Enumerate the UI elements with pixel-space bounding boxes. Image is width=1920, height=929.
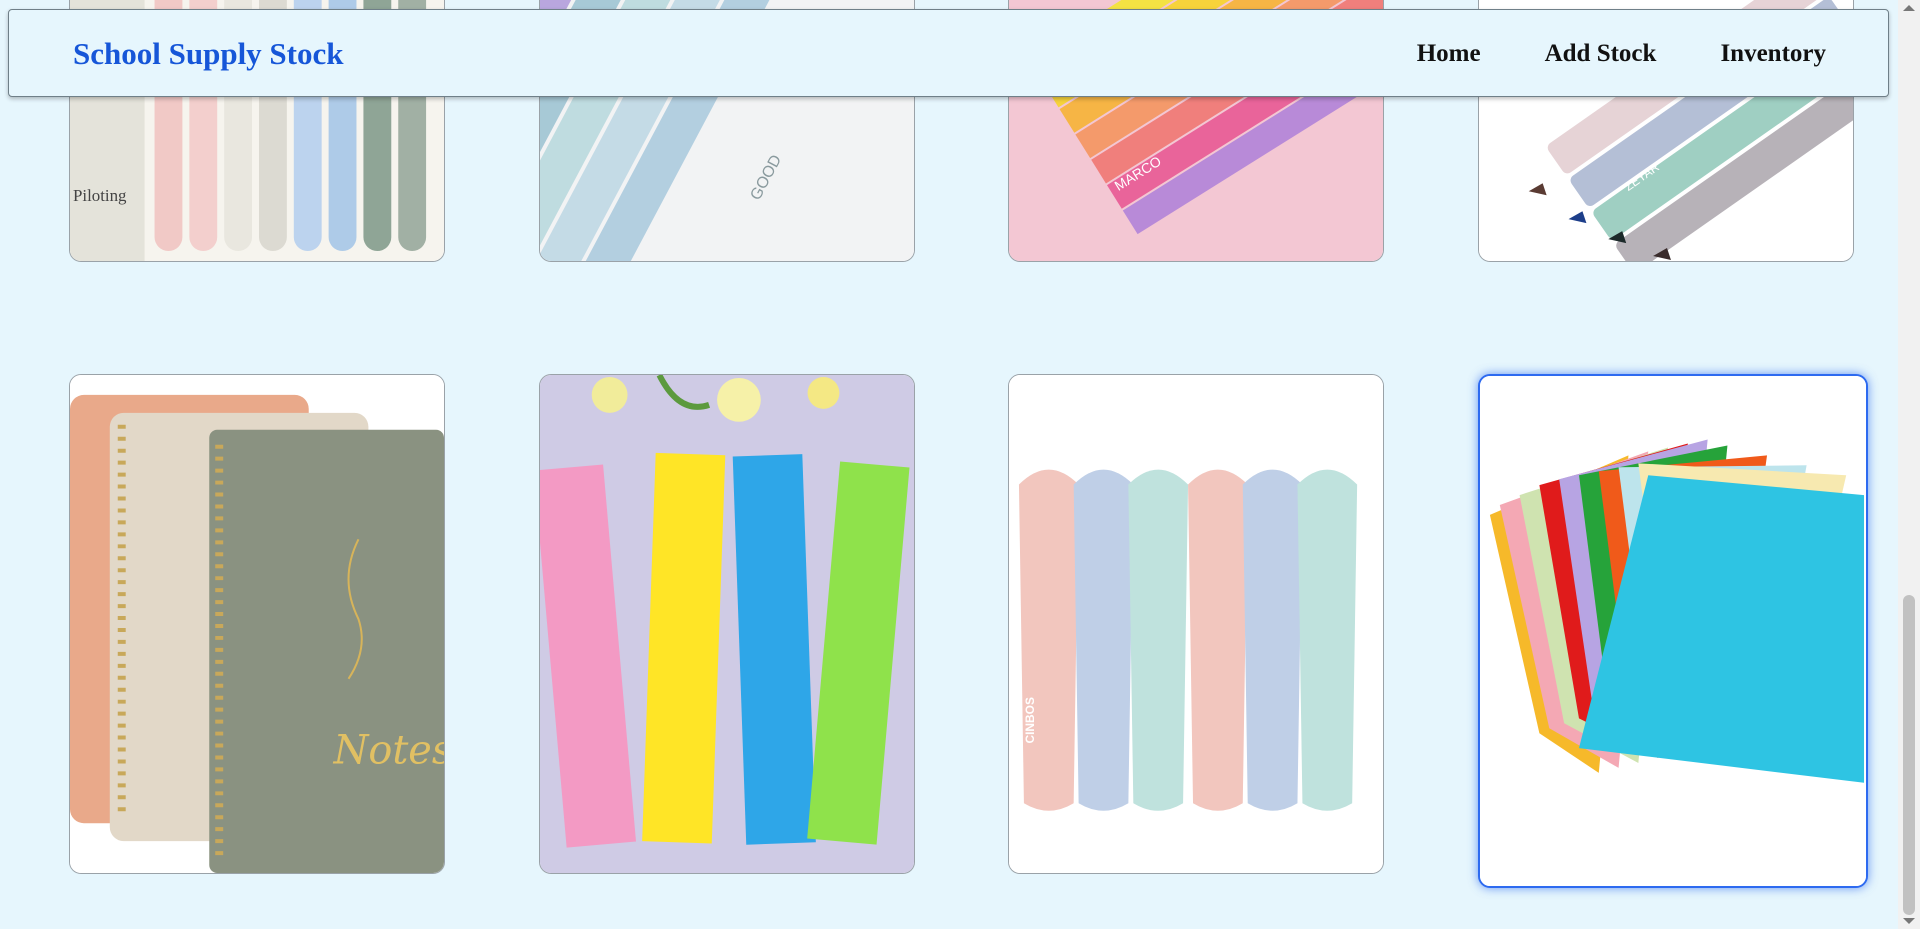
- scroll-thumb[interactable]: [1903, 595, 1915, 915]
- product-card-correction-tape[interactable]: CINBOS: [1008, 374, 1384, 874]
- nav-inventory-link[interactable]: Inventory: [1720, 40, 1826, 68]
- product-card-colored-paper[interactable]: [1478, 374, 1868, 888]
- top-navbar: School Supply Stock Home Add Stock Inven…: [8, 9, 1889, 97]
- scroll-up-arrow-icon[interactable]: [1903, 5, 1915, 11]
- notebooks-image: Notes: [70, 375, 444, 873]
- nav-home-link[interactable]: Home: [1417, 40, 1481, 68]
- correction-tape-brand: CINBOS: [1023, 697, 1037, 743]
- colored-paper-image: [1480, 376, 1866, 886]
- product-card-rulers[interactable]: [539, 374, 915, 874]
- notebook-notes-text: Notes: [333, 727, 444, 773]
- pens-box-text: Piloting: [73, 186, 127, 205]
- nav-add-stock-link[interactable]: Add Stock: [1545, 40, 1657, 68]
- page: School Supply Stock Home Add Stock Inven…: [0, 0, 1898, 929]
- scroll-down-arrow-icon[interactable]: [1903, 918, 1915, 924]
- vertical-scrollbar[interactable]: [1898, 0, 1920, 929]
- correction-tape-image: CINBOS: [1009, 375, 1383, 873]
- nav-links: Home Add Stock Inventory: [1353, 40, 1826, 68]
- rulers-image: [540, 375, 914, 873]
- brand-title[interactable]: School Supply Stock: [73, 36, 344, 72]
- product-card-notebooks[interactable]: Notes: [69, 374, 445, 874]
